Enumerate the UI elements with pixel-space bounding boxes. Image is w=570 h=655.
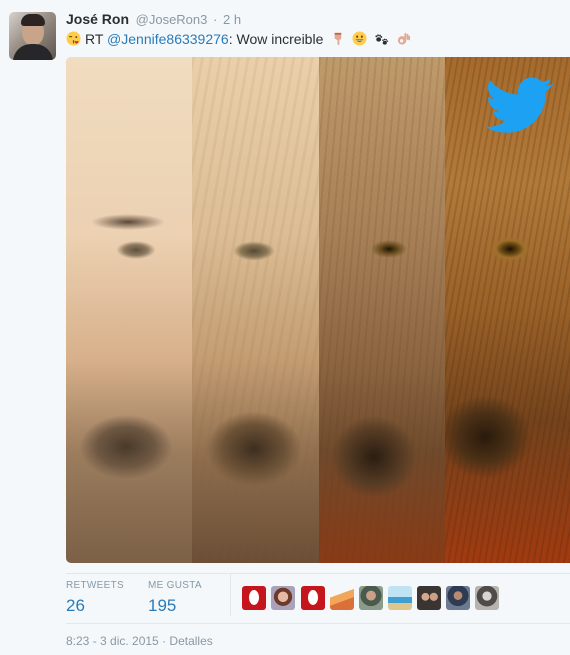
tweet-media-image[interactable] xyxy=(66,57,570,563)
liker-avatar[interactable] xyxy=(330,586,354,610)
details-link[interactable]: Detalles xyxy=(169,634,212,648)
stats-top-divider xyxy=(66,573,570,574)
tweet-time[interactable]: 2 h xyxy=(223,12,241,27)
author-name[interactable]: José Ron xyxy=(66,11,129,27)
stats-bottom-divider xyxy=(66,623,570,624)
liker-avatar[interactable] xyxy=(475,586,499,610)
tweet-header: José Ron @JoseRon3 · 2 h xyxy=(66,11,241,28)
liker-avatar[interactable] xyxy=(446,586,470,610)
tweet: José Ron @JoseRon3 · 2 h RT @Jennife8633… xyxy=(0,0,570,655)
rt-prefix: RT xyxy=(85,31,104,47)
retweets-count[interactable]: 26 xyxy=(66,596,124,616)
kiss-face-icon xyxy=(66,31,81,46)
header-dot: · xyxy=(213,12,218,27)
photo-strip-blend-2 xyxy=(319,57,445,563)
stats-separator xyxy=(230,574,231,616)
likes-count[interactable]: 195 xyxy=(148,596,202,616)
liker-avatar[interactable] xyxy=(388,586,412,610)
liker-avatar[interactable] xyxy=(242,586,266,610)
liker-avatar[interactable] xyxy=(301,586,325,610)
photo-strip-blend-1 xyxy=(192,57,319,563)
likes-stat[interactable]: ME GUSTA 195 xyxy=(148,580,202,616)
liker-avatar[interactable] xyxy=(417,586,441,610)
tweet-body-text: Wow increible xyxy=(236,31,324,47)
liker-avatar[interactable] xyxy=(359,586,383,610)
tweet-text: RT @Jennife86339276: Wow increible xyxy=(66,30,411,48)
author-avatar[interactable] xyxy=(9,12,56,60)
mention-link[interactable]: @Jennife86339276 xyxy=(107,31,229,47)
grinning-face-icon xyxy=(352,31,367,46)
likes-label: ME GUSTA xyxy=(148,580,202,591)
tweet-footer: 8:23 - 3 dic. 2015 · Detalles xyxy=(66,634,213,648)
hand-pointing-down-icon xyxy=(334,32,342,45)
twitter-bird-logo-icon xyxy=(485,77,553,133)
ok-hand-icon xyxy=(397,32,410,45)
author-handle[interactable]: @JoseRon3 xyxy=(136,12,208,27)
photo-strip-face xyxy=(66,57,192,563)
retweets-label: RETWEETS xyxy=(66,580,124,591)
paw-prints-icon xyxy=(375,34,389,45)
liker-avatar[interactable] xyxy=(271,586,295,610)
retweets-stat[interactable]: RETWEETS 26 xyxy=(66,580,124,616)
mention-separator: : xyxy=(228,31,233,47)
tweet-timestamp[interactable]: 8:23 - 3 dic. 2015 xyxy=(66,634,159,648)
